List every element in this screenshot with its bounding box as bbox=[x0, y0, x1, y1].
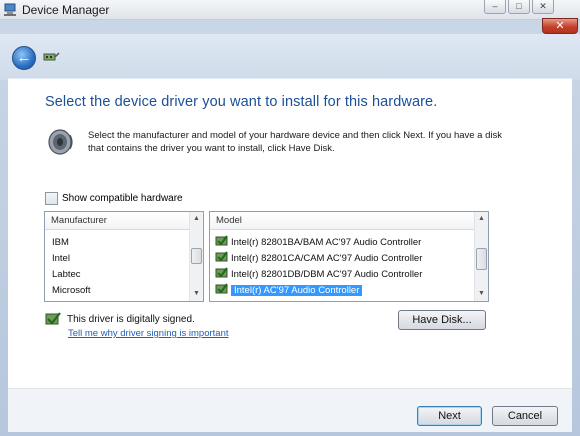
model-item-label: Intel(r) AC'97 Audio Controller bbox=[231, 285, 363, 296]
model-scrollbar[interactable]: ▲ ▼ bbox=[474, 212, 488, 301]
instructions-text: Select the manufacturer and model of you… bbox=[88, 130, 503, 154]
maximize-button[interactable]: □ bbox=[508, 0, 530, 14]
scroll-up-arrow-icon[interactable]: ▲ bbox=[190, 212, 203, 226]
back-button[interactable]: ← bbox=[12, 46, 36, 70]
device-manager-icon bbox=[4, 3, 16, 16]
manufacturer-item[interactable]: Microsoft bbox=[52, 283, 91, 299]
model-item-label: Intel(r) 82801CA/CAM AC'97 Audio Control… bbox=[231, 253, 423, 264]
wizard-button-bar: Next Cancel bbox=[8, 388, 572, 432]
have-disk-button[interactable]: Have Disk... bbox=[398, 310, 486, 330]
signing-status-text: This driver is digitally signed. bbox=[67, 314, 195, 325]
manufacturer-list[interactable]: Manufacturer IBM Intel Labtec Microsoft … bbox=[44, 211, 204, 302]
wizard-page: Select the device driver you want to ins… bbox=[8, 78, 572, 422]
model-item[interactable]: Intel(r) 82801DB/DBM AC'97 Audio Control… bbox=[215, 267, 473, 283]
show-compatible-label[interactable]: Show compatible hardware bbox=[62, 193, 183, 204]
model-header[interactable]: Model bbox=[210, 212, 475, 230]
manufacturer-item[interactable]: Labtec bbox=[52, 267, 81, 283]
manufacturer-item[interactable]: IBM bbox=[52, 235, 69, 251]
driver-signed-icon bbox=[215, 267, 228, 278]
wizard-nav-bar: ← bbox=[0, 34, 580, 80]
show-compatible-checkbox[interactable] bbox=[45, 192, 58, 205]
dialog-close-button[interactable]: ✕ bbox=[542, 18, 578, 34]
scroll-thumb[interactable] bbox=[191, 248, 202, 264]
model-item[interactable]: Intel(r) 82801CA/CAM AC'97 Audio Control… bbox=[215, 251, 473, 267]
manufacturer-item[interactable]: Intel bbox=[52, 251, 70, 267]
signed-driver-icon bbox=[45, 312, 61, 325]
driver-signed-icon bbox=[215, 235, 228, 246]
window-title: Device Manager bbox=[22, 3, 110, 17]
manufacturer-header[interactable]: Manufacturer bbox=[45, 212, 190, 230]
window-titlebar: Device Manager – □ ✕ bbox=[0, 0, 580, 20]
outer-close-button[interactable]: ✕ bbox=[532, 0, 554, 14]
model-item-label: Intel(r) 82801BA/BAM AC'97 Audio Control… bbox=[231, 237, 422, 248]
model-list[interactable]: Model Intel(r) 82801BA/BAM AC'97 Audio C… bbox=[209, 211, 489, 302]
scroll-thumb[interactable] bbox=[476, 248, 487, 270]
minimize-button[interactable]: – bbox=[484, 0, 506, 14]
hardware-wizard-icon bbox=[43, 52, 60, 61]
model-item-selected[interactable]: Intel(r) AC'97 Audio Controller bbox=[215, 283, 363, 299]
driver-signed-icon bbox=[215, 251, 228, 262]
driver-signed-icon bbox=[215, 283, 228, 294]
speaker-icon bbox=[48, 129, 73, 155]
scroll-down-arrow-icon[interactable]: ▼ bbox=[475, 287, 488, 301]
model-item[interactable]: Intel(r) 82801BA/BAM AC'97 Audio Control… bbox=[215, 235, 473, 251]
next-button[interactable]: Next bbox=[417, 406, 482, 426]
driver-signing-link[interactable]: Tell me why driver signing is important bbox=[68, 328, 229, 339]
scroll-down-arrow-icon[interactable]: ▼ bbox=[190, 287, 203, 301]
manufacturer-scrollbar[interactable]: ▲ ▼ bbox=[189, 212, 203, 301]
scroll-up-arrow-icon[interactable]: ▲ bbox=[475, 212, 488, 226]
model-item-label: Intel(r) 82801DB/DBM AC'97 Audio Control… bbox=[231, 269, 423, 280]
page-heading: Select the device driver you want to ins… bbox=[45, 94, 438, 110]
cancel-button[interactable]: Cancel bbox=[492, 406, 558, 426]
